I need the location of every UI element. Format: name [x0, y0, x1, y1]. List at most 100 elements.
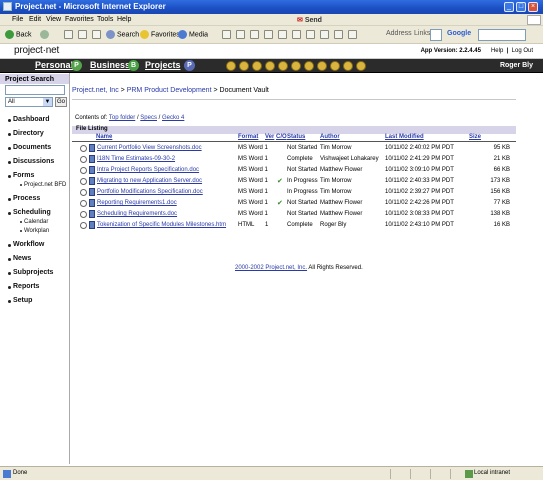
google-search-input[interactable] — [478, 29, 526, 41]
menu-tools[interactable]: Tools — [97, 16, 113, 23]
status-text: Done — [13, 470, 28, 476]
col-format[interactable]: Format — [238, 134, 258, 140]
favorites-button[interactable]: Favorites — [140, 30, 180, 39]
file-name-link[interactable]: Tokenization of Specific Modules Milesto… — [97, 222, 226, 228]
back-button[interactable]: Back — [5, 30, 32, 39]
sidebar-item-discussions[interactable]: Discussions — [7, 158, 54, 165]
menu-file[interactable]: File — [12, 16, 23, 23]
history-icon[interactable] — [222, 30, 231, 39]
col-size[interactable]: Size — [469, 134, 481, 140]
col-status[interactable]: Status — [287, 134, 305, 140]
send-button[interactable]: ✉ Send — [297, 16, 322, 24]
mail-icon[interactable] — [236, 30, 245, 39]
sidebar-item-reports[interactable]: Reports — [7, 283, 39, 290]
col-last-modified[interactable]: Last Modified — [385, 134, 424, 140]
edit-icon[interactable] — [264, 30, 273, 39]
file-name-link[interactable]: Intra Project Reports Specification.doc — [97, 167, 199, 173]
row-select-radio[interactable] — [80, 222, 87, 229]
row-select-radio[interactable] — [80, 167, 87, 174]
logout-link[interactable]: Log Out — [512, 48, 533, 54]
col-author[interactable]: Author — [320, 134, 340, 140]
breadcrumb-project[interactable]: PRM Product Development — [127, 87, 212, 94]
file-name-link[interactable]: Current Portfolio View Screenshots.doc — [97, 145, 202, 151]
file-name-link[interactable]: Scheduling Requirements.doc — [97, 211, 177, 217]
tool-icon-10[interactable] — [343, 61, 353, 71]
tool-icon-7[interactable] — [304, 61, 314, 71]
row-select-radio[interactable] — [80, 211, 87, 218]
sidebar-item-dashboard[interactable]: Dashboard — [8, 116, 50, 123]
row-select-radio[interactable] — [80, 156, 87, 163]
col-name[interactable]: Name — [96, 134, 112, 140]
sidebar-item-forms[interactable]: Forms — [7, 172, 34, 179]
row-select-radio[interactable] — [80, 145, 87, 152]
col-ver[interactable]: Ver — [265, 134, 274, 140]
sidebar-sub-workplan[interactable]: Workplan — [19, 228, 49, 234]
sidebar-item-subprojects[interactable]: Subprojects — [7, 269, 53, 276]
close-window-button[interactable]: × — [528, 2, 538, 12]
tool-icon-5[interactable] — [278, 61, 288, 71]
tool-icon-11[interactable] — [356, 61, 366, 71]
file-size: 156 KB — [490, 189, 510, 195]
file-name-link[interactable]: Portfolio Modifications Specification.do… — [97, 189, 203, 195]
refresh-icon[interactable] — [78, 30, 87, 39]
help-link[interactable]: Help — [491, 48, 503, 54]
sidebar-sub-project-net-bfd[interactable]: Project.net BFD — [19, 182, 66, 188]
toolbar-extra2-icon[interactable] — [348, 30, 357, 39]
media-button[interactable]: Media — [178, 30, 208, 39]
copyright-link[interactable]: 2000-2002 Project.net, Inc. — [235, 265, 307, 271]
print-icon[interactable] — [250, 30, 259, 39]
links-label[interactable]: Links — [414, 30, 430, 37]
tool-icon-6[interactable] — [291, 61, 301, 71]
table-row: Scheduling Requirements.doc MS Word 1 Not … — [72, 209, 516, 220]
sidebar-item-process[interactable]: Process — [7, 195, 40, 202]
tool-icon-4[interactable] — [265, 61, 275, 71]
sidebar-item-setup[interactable]: Setup — [7, 297, 32, 304]
minimize-button[interactable]: _ — [504, 2, 514, 12]
sidebar-sub-calendar[interactable]: Calendar — [19, 219, 48, 225]
tab-projects[interactable]: Projects — [145, 60, 181, 70]
research-icon[interactable] — [306, 30, 315, 39]
tool-icon-8[interactable] — [317, 61, 327, 71]
tool-icon-1[interactable] — [226, 61, 236, 71]
folder-specs-link[interactable]: Specs — [140, 115, 157, 121]
folder-gecko-link[interactable]: Gecko 4 — [162, 115, 184, 121]
home-icon[interactable] — [92, 30, 101, 39]
file-name-link[interactable]: I18N Time Estimates-09-30-2 — [97, 156, 175, 162]
tools-icon[interactable] — [320, 30, 329, 39]
project-search-scope-select[interactable]: All ▼ — [5, 97, 53, 107]
project-search-input[interactable] — [5, 85, 65, 95]
row-select-radio[interactable] — [80, 178, 87, 185]
sidebar-item-directory[interactable]: Directory — [8, 130, 44, 137]
tab-personal[interactable]: Personal — [35, 60, 73, 70]
sidebar-item-scheduling[interactable]: Scheduling — [8, 209, 51, 216]
col-co[interactable]: C/O — [276, 134, 287, 140]
tab-business[interactable]: Business — [90, 60, 130, 70]
stop-icon[interactable] — [64, 30, 73, 39]
menu-favorites[interactable]: Favorites — [65, 16, 94, 23]
menu-edit[interactable]: Edit — [29, 16, 41, 23]
folder-path: Contents of: Top folder / Specs / Gecko … — [75, 115, 185, 121]
tool-icon-9[interactable] — [330, 61, 340, 71]
breadcrumb-company[interactable]: Project.net, Inc — [72, 87, 119, 94]
forward-button[interactable] — [40, 30, 51, 39]
tool-icon-2[interactable] — [239, 61, 249, 71]
discuss-icon[interactable] — [278, 30, 287, 39]
file-name-link[interactable]: Reporting Requirements1.doc — [97, 200, 177, 206]
sidebar-item-news[interactable]: News — [7, 255, 31, 262]
menu-view[interactable]: View — [46, 16, 61, 23]
toolbar-extra-icon[interactable] — [334, 30, 343, 39]
row-select-radio[interactable] — [80, 189, 87, 196]
go-button[interactable]: Go — [55, 97, 67, 107]
messenger-icon[interactable] — [292, 30, 301, 39]
address-input[interactable] — [430, 29, 442, 41]
tool-icon-3[interactable] — [252, 61, 262, 71]
folder-top-link[interactable]: Top folder — [109, 115, 135, 121]
document-icon — [89, 155, 95, 163]
row-select-radio[interactable] — [80, 200, 87, 207]
maximize-button[interactable]: □ — [516, 2, 526, 12]
search-button[interactable]: Search — [106, 30, 139, 39]
sidebar-item-workflow[interactable]: Workflow — [7, 241, 44, 248]
menu-help[interactable]: Help — [117, 16, 131, 23]
file-name-link[interactable]: Migrating to new Application Server.doc — [97, 178, 202, 184]
sidebar-item-documents[interactable]: Documents — [7, 144, 51, 151]
